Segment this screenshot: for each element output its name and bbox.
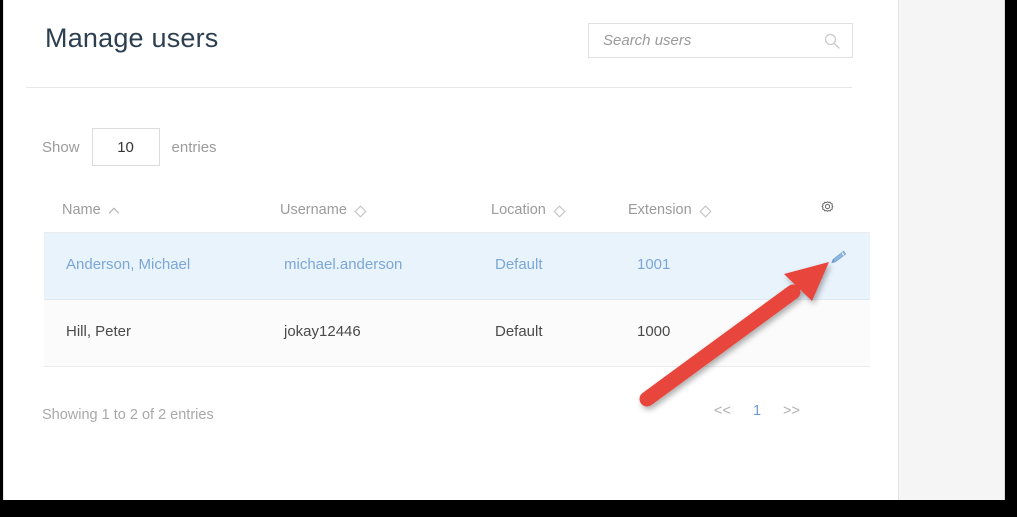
column-header-extension[interactable]: Extension [628,202,712,218]
cell-username: jokay12446 [284,323,361,340]
table-info-text: Showing 1 to 2 of 2 entries [42,407,214,423]
screenshot-root: Manage users Show 10 entries [0,0,1017,517]
column-header-username[interactable]: Username [280,202,367,218]
cell-location: Default [495,256,543,273]
manage-users-page: Manage users Show 10 entries [4,0,898,500]
diamond-sort-icon[interactable] [699,205,712,218]
chevron-up-icon[interactable] [108,205,120,217]
search-icon[interactable] [824,33,840,49]
show-label: Show [42,138,80,156]
column-header-username-label: Username [280,202,347,218]
table-row[interactable]: Anderson, Michael michael.anderson Defau… [44,233,870,300]
pencil-edit-icon[interactable] [828,248,848,268]
cell-name: Anderson, Michael [66,256,191,273]
cell-extension: 1000 [637,323,671,340]
entries-control: Show 10 entries [42,128,217,166]
gear-icon[interactable] [819,200,836,217]
table-row[interactable]: Hill, Peter jokay12446 Default 1000 [44,300,870,367]
pagination: << 1 >> [714,403,800,419]
column-header-location-label: Location [491,202,546,218]
diamond-sort-icon[interactable] [553,205,566,218]
page-title: Manage users [45,23,219,53]
column-header-extension-label: Extension [628,202,692,218]
pagination-page-1[interactable]: 1 [753,403,761,419]
cell-actions [828,248,848,272]
right-side-panel [898,0,1004,500]
column-header-name-label: Name [62,202,101,218]
entries-label: entries [171,138,217,156]
header-divider [26,87,852,88]
column-header-name[interactable]: Name [62,202,120,218]
app-viewport: Manage users Show 10 entries [3,0,1005,500]
search-input[interactable] [589,24,817,57]
cell-location: Default [495,323,543,340]
diamond-sort-icon[interactable] [354,205,367,218]
table-settings-button[interactable] [819,200,836,217]
cell-extension: 1001 [637,256,671,273]
entries-count-input[interactable]: 10 [91,128,160,166]
table-header-row: Name Username Location Extension [44,192,870,233]
search-users-field[interactable] [588,23,853,58]
pagination-next-button[interactable]: >> [783,403,800,419]
column-header-location[interactable]: Location [491,202,566,218]
pagination-prev-button[interactable]: << [714,403,731,419]
users-table: Name Username Location Extension Anderso… [44,192,870,367]
cell-name: Hill, Peter [66,323,132,340]
cell-username: michael.anderson [284,256,403,273]
